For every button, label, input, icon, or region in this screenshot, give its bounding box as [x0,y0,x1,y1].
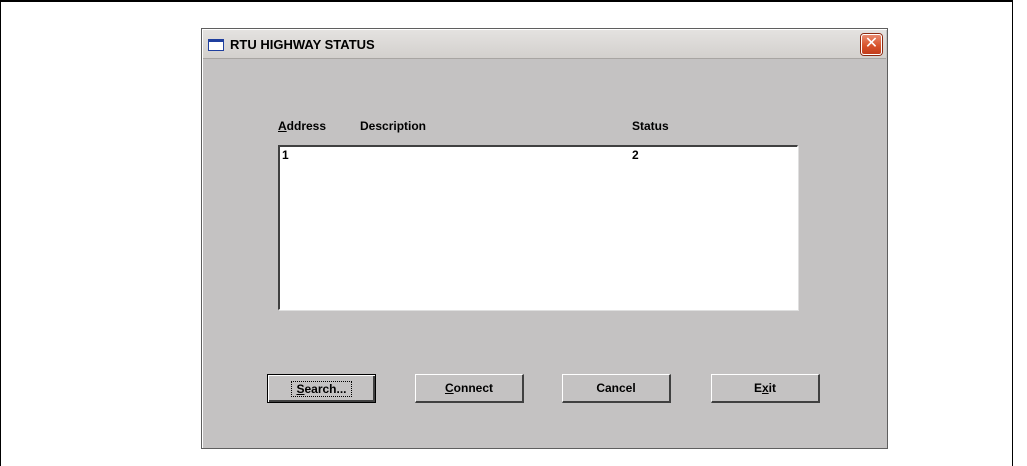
connect-button[interactable]: Connect [415,374,524,403]
rtu-highway-status-dialog: RTU HIGHWAY STATUS ✕ Address Description… [201,28,888,449]
column-header-address: Address [278,119,326,133]
address-header-text: ddress [286,119,327,133]
title-bar[interactable]: RTU HIGHWAY STATUS ✕ [203,30,886,59]
window-icon [208,39,224,51]
row-status: 2 [632,148,639,162]
close-button[interactable]: ✕ [861,34,882,55]
address-accel-key: A [278,119,287,133]
close-icon: ✕ [864,35,879,52]
exit-button[interactable]: Exit [711,374,820,403]
exit-accel-key: x [761,381,769,395]
column-header-status: Status [632,119,669,133]
list-row[interactable]: 1 2 [280,148,797,162]
cancel-button-label: Cancel [596,381,636,395]
cancel-button[interactable]: Cancel [562,374,671,403]
column-header-description: Description [360,119,427,133]
exit-label-post: it [768,381,777,395]
connect-accel-key: C [444,381,454,395]
row-address: 1 [282,148,289,162]
search-button[interactable]: Search... [267,374,376,403]
window-title: RTU HIGHWAY STATUS [230,37,375,52]
connect-button-label: onnect [453,381,493,395]
exit-label-pre: E [753,381,762,395]
search-button-label: Search... [291,380,352,397]
rtu-list[interactable]: 1 2 [278,145,798,310]
